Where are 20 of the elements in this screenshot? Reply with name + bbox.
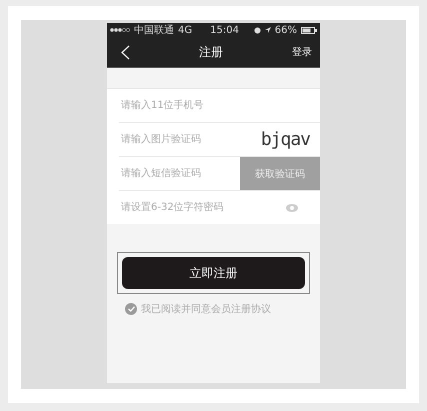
register-button[interactable]: 立即注册 [122, 257, 305, 289]
agree-checkbox[interactable] [125, 303, 137, 315]
login-link[interactable]: 登录 [292, 45, 312, 59]
agreement-text: 我已阅读并同意会员注册协议 [141, 302, 271, 316]
battery-percent: 66% [274, 24, 297, 36]
input-field[interactable]: 请输入11位手机号 [119, 99, 320, 112]
battery-icon [301, 26, 317, 34]
signal-icon [110, 28, 130, 32]
eye-icon[interactable] [286, 204, 298, 212]
back-icon[interactable] [121, 44, 130, 60]
check-icon [128, 306, 134, 312]
network-type: 4G [178, 24, 192, 36]
input-field[interactable]: 请输入图片验证码 [119, 133, 261, 146]
carrier: 中国联通 [134, 24, 174, 37]
captcha-image[interactable]: bjqav [260, 129, 310, 150]
location-icon [264, 27, 271, 33]
input-field[interactable]: 请设置6-32位字符密码 [119, 201, 286, 214]
input-field[interactable]: 请输入短信验证码 [119, 167, 240, 180]
page-title: 注册 [199, 44, 223, 60]
clock: 15:04 [210, 24, 240, 36]
